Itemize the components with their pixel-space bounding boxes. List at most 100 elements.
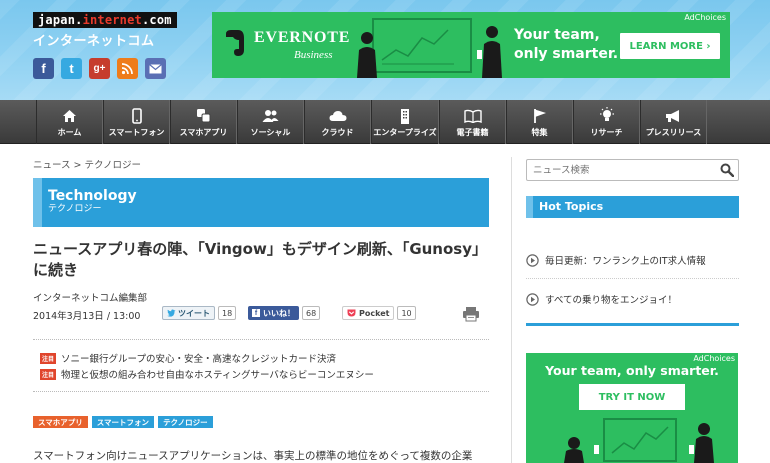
evernote-sidebar-ad[interactable]: AdChoices Your team, only smarter. TRY I… (526, 353, 738, 463)
breadcrumb[interactable]: ニュース > テクノロジー (33, 157, 141, 171)
twitter-icon[interactable]: t (61, 58, 82, 79)
nav-label: 電子書籍 (456, 127, 489, 137)
social-links: f t g+ (33, 58, 166, 79)
googleplus-icon[interactable]: g+ (89, 58, 110, 79)
ad-slogan: Your team, only smarter. (545, 363, 719, 378)
promo-text[interactable]: 物理と仮想の組み合わせ自由なホスティングサーバならビーコンエヌシー (61, 367, 374, 381)
like-button[interactable]: f いいね！ (248, 306, 299, 320)
nav-item-ebooks[interactable]: 電子書籍 (439, 100, 506, 144)
pocket-share[interactable]: Pocket 10 (342, 306, 416, 320)
promo-link[interactable]: 注目 物理と仮想の組み合わせ自由なホスティングサーバならビーコンエヌシー (40, 367, 374, 381)
tweet-count: 18 (218, 306, 237, 320)
tweet-button[interactable]: ツイート (162, 306, 215, 320)
article-tags: スマホアプリ スマートフォン テクノロジー (33, 416, 213, 428)
logo-url: japan.internet.com (33, 12, 177, 28)
person-illustration-right (477, 26, 502, 78)
home-icon (61, 107, 79, 125)
nav-item-cloud[interactable]: クラウド (304, 100, 371, 144)
logo-japanese: インターネットコム (33, 34, 155, 49)
site-logo[interactable]: japan.internet.com インターネットコム (33, 12, 177, 49)
category-banner: Technology テクノロジー (33, 178, 489, 227)
hot-topic-text[interactable]: すべての乗り物をエンジョイ！ (545, 292, 677, 306)
nav-item-press[interactable]: プレスリリース (640, 100, 707, 144)
nav-label: プレスリリース (645, 127, 702, 137)
lightbulb-icon (598, 107, 616, 125)
elephant-logo-icon (226, 30, 244, 56)
ad-brand-sub: Business (294, 49, 333, 61)
nav-label: ソーシャル (250, 127, 291, 137)
nav-label: ホーム (57, 127, 82, 137)
article-author[interactable]: インターネットコム編集部 (33, 290, 147, 304)
hot-topic-item[interactable]: すべての乗り物をエンジョイ！ (526, 292, 739, 306)
tweet-share[interactable]: ツイート 18 (162, 306, 237, 320)
nav-label: スマホアプリ (179, 127, 228, 137)
main-navigation: ホーム スマートフォン スマホアプリ ソーシャル クラウド エンタープライズ 電… (0, 100, 770, 144)
news-search (526, 159, 739, 181)
article-body: スマートフォン向けニュースアプリケーションは、事実上の標準の地位をめぐって複数の… (33, 450, 473, 462)
search-icon[interactable] (720, 163, 734, 177)
learn-more-button[interactable]: LEARN MORE › (620, 33, 720, 59)
print-icon[interactable] (462, 306, 480, 322)
category-title-jp: テクノロジー (48, 204, 102, 214)
ad-illustration (564, 418, 714, 463)
flag-icon (531, 107, 549, 125)
nav-item-home[interactable]: ホーム (36, 100, 103, 144)
facebook-like-share[interactable]: f いいね！ 68 (248, 306, 321, 320)
tag-technology[interactable]: テクノロジー (158, 416, 213, 428)
promo-badge: 注目 (40, 368, 57, 380)
play-circle-icon (526, 253, 539, 267)
people-icon (262, 107, 280, 125)
article-title: ニュースアプリ春の陣、「Vingow」もデザイン刷新、「Gunosy」に続き (33, 240, 487, 279)
promo-badge: 注目 (40, 352, 57, 364)
column-divider (511, 157, 512, 463)
ad-choices-label[interactable]: AdChoices (693, 354, 735, 363)
building-icon (396, 107, 414, 125)
divider (526, 278, 739, 279)
person-illustration-left (357, 32, 377, 78)
mail-icon[interactable] (145, 58, 166, 79)
facebook-icon[interactable]: f (33, 58, 54, 79)
divider (33, 339, 489, 340)
ad-brand-name: EVERNOTE (254, 29, 351, 46)
promo-link[interactable]: 注目 ソニー銀行グループの安心・安全・高速なクレジットカード決済 (40, 351, 336, 365)
hot-topic-item[interactable]: 毎日更新：ワンランク上のIT求人情報 (526, 253, 739, 267)
hot-topic-text[interactable]: 毎日更新：ワンランク上のIT求人情報 (545, 253, 706, 267)
nav-label: クラウド (321, 127, 354, 137)
nav-item-social[interactable]: ソーシャル (237, 100, 304, 144)
nav-item-enterprise[interactable]: エンタープライズ (371, 100, 439, 144)
site-header: japan.internet.com インターネットコム f t g+ AdCh… (0, 0, 770, 100)
whiteboard-illustration (372, 18, 472, 73)
nav-item-apps[interactable]: スマホアプリ (170, 100, 237, 144)
nav-item-features[interactable]: 特集 (506, 100, 573, 144)
ad-choices-label[interactable]: AdChoices (684, 13, 726, 22)
rss-icon[interactable] (117, 58, 138, 79)
like-count: 68 (302, 306, 321, 320)
nav-label: エンタープライズ (373, 127, 437, 137)
tag-smartphone-apps[interactable]: スマホアプリ (33, 416, 88, 428)
tag-smartphone[interactable]: スマートフォン (91, 416, 155, 428)
nav-label: スマートフォン (108, 127, 165, 137)
nav-item-research[interactable]: リサーチ (573, 100, 640, 144)
pocket-button[interactable]: Pocket (342, 306, 395, 320)
hot-topics-header: Hot Topics (526, 196, 739, 218)
twitter-bird-icon (167, 309, 176, 317)
pocket-icon (347, 309, 356, 317)
promo-text[interactable]: ソニー銀行グループの安心・安全・高速なクレジットカード決済 (61, 351, 336, 365)
category-title-en: Technology (48, 188, 137, 204)
facebook-f-icon: f (252, 309, 260, 317)
nav-label: リサーチ (590, 127, 623, 137)
search-input[interactable] (527, 160, 717, 180)
nav-item-smartphone[interactable]: スマートフォン (103, 100, 170, 144)
cloud-icon (329, 107, 347, 125)
nav-label: 特集 (531, 127, 548, 137)
hot-topics-bottom-bar (526, 323, 739, 326)
divider (33, 391, 489, 392)
smartphone-icon (128, 107, 146, 125)
pocket-count: 10 (397, 306, 416, 320)
book-icon (463, 107, 482, 125)
apps-icon (195, 107, 213, 125)
play-circle-icon (526, 292, 539, 306)
try-it-now-button[interactable]: TRY IT NOW (579, 384, 685, 410)
evernote-banner-ad[interactable]: AdChoices EVERNOTE Business Your team, o… (212, 12, 730, 78)
megaphone-icon (665, 107, 683, 125)
